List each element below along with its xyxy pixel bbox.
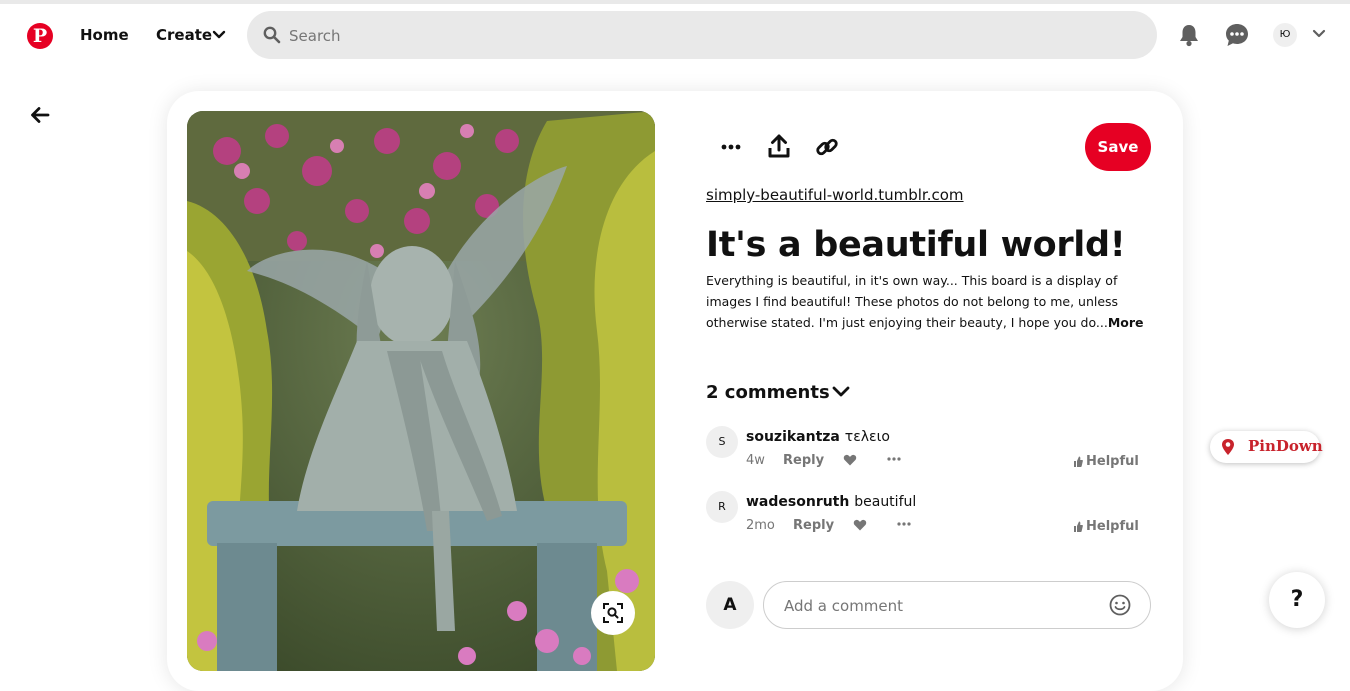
top-border	[0, 0, 1350, 4]
pin-title: It's a beautiful world!	[706, 225, 1126, 265]
add-comment-box[interactable]	[763, 581, 1151, 630]
comments-toggle[interactable]: 2 comments	[706, 382, 850, 403]
heart-icon[interactable]	[843, 453, 857, 467]
search-bar[interactable]	[247, 11, 1157, 61]
comment-more-icon[interactable]	[887, 456, 901, 462]
reply-button[interactable]: Reply	[793, 518, 834, 533]
my-avatar[interactable]: A	[706, 581, 754, 629]
thumb-icon	[1074, 521, 1083, 532]
pin-image[interactable]	[187, 111, 655, 671]
search-input[interactable]	[287, 11, 1141, 61]
chevron-down-icon	[212, 30, 226, 39]
comment-text: τελειο	[844, 429, 890, 445]
visual-search-button[interactable]	[591, 591, 635, 635]
messages-icon[interactable]	[1223, 21, 1251, 49]
share-icon[interactable]	[763, 131, 795, 163]
thumb-icon	[1074, 456, 1083, 467]
comment-text: beautiful	[854, 494, 917, 510]
comments-heading: 2 comments	[706, 382, 830, 403]
account-avatar[interactable]: Ю	[1273, 23, 1297, 47]
chevron-down-icon	[832, 386, 850, 397]
nav-create[interactable]: Create	[156, 26, 226, 44]
comment-username[interactable]: wadesonruth	[746, 494, 849, 510]
pindown-extension-button[interactable]: PinDown	[1210, 431, 1323, 463]
add-comment-input[interactable]	[782, 582, 1106, 630]
search-icon	[263, 26, 281, 44]
comment-line: souzikantza τελειο	[746, 429, 890, 445]
comment-time: 2mo	[746, 518, 775, 533]
helpful-label: Helpful	[1086, 454, 1139, 469]
comment-avatar[interactable]: S	[706, 426, 738, 458]
comment-item: S souzikantza τελειο 4w Reply Helpful	[706, 426, 1156, 476]
comment-username[interactable]: souzikantza	[746, 429, 840, 445]
emoji-icon[interactable]	[1109, 594, 1131, 616]
comment-more-icon[interactable]	[897, 521, 911, 527]
bell-icon[interactable]	[1175, 21, 1203, 49]
link-icon[interactable]	[811, 131, 843, 163]
reply-button[interactable]: Reply	[783, 453, 824, 468]
lens-icon	[603, 603, 623, 623]
helpful-label: Helpful	[1086, 519, 1139, 534]
nav-create-label: Create	[156, 26, 213, 44]
logo-letter: P	[32, 25, 48, 47]
pinterest-logo[interactable]: P	[27, 23, 53, 49]
pindown-label: PinDown	[1248, 437, 1323, 455]
comment-avatar[interactable]: R	[706, 491, 738, 523]
nav-home[interactable]: Home	[80, 26, 129, 44]
pin-description: Everything is beautiful, in it's own way…	[706, 270, 1146, 333]
heart-icon[interactable]	[853, 518, 867, 532]
helpful-button[interactable]: Helpful	[1074, 454, 1139, 469]
comment-time: 4w	[746, 453, 765, 468]
pin-description-text: Everything is beautiful, in it's own way…	[706, 273, 1119, 330]
more-dots-icon[interactable]	[715, 131, 747, 163]
source-link[interactable]: simply-beautiful-world.tumblr.com	[706, 186, 964, 204]
more-link[interactable]: More	[1108, 315, 1144, 330]
save-button[interactable]: Save	[1085, 123, 1151, 171]
helpful-button[interactable]: Helpful	[1074, 519, 1139, 534]
help-button[interactable]: ?	[1269, 572, 1325, 628]
back-arrow-icon[interactable]	[29, 104, 51, 126]
comment-item: R wadesonruth beautiful 2mo Reply Helpfu…	[706, 491, 1156, 541]
pin-card: Save simply-beautiful-world.tumblr.com I…	[167, 91, 1183, 691]
map-pin-icon	[1222, 439, 1234, 455]
comment-line: wadesonruth beautiful	[746, 494, 916, 510]
pin-photo	[187, 111, 655, 671]
account-chevron-down-icon[interactable]	[1312, 28, 1326, 40]
